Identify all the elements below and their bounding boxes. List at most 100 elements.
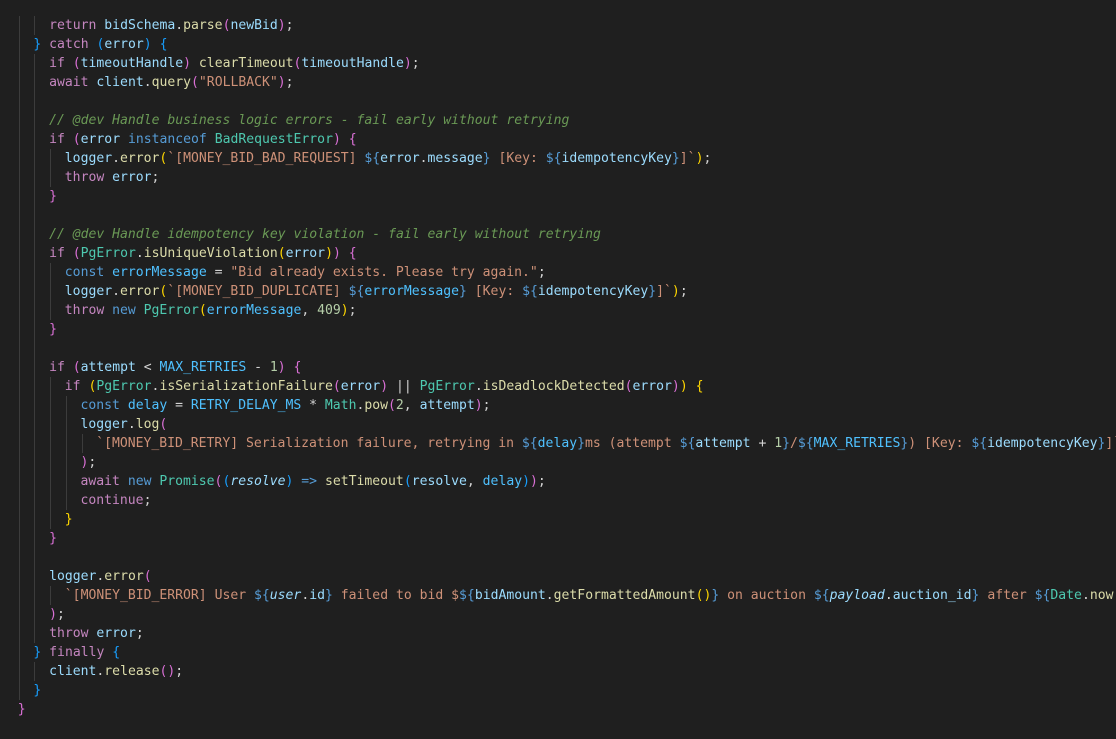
indent-guide [50,472,52,491]
code-token: on auction [719,588,814,603]
code-token: MAX_RETRIES [813,436,901,451]
code-line-content: ); [81,453,97,472]
code-editor[interactable]: return bidSchema.parse(newBid);} catch (… [0,0,1116,739]
code-line-content: await client.query("ROLLBACK"); [49,73,293,92]
indent-guide [18,92,20,111]
code-line[interactable]: logger.error( [0,567,1116,586]
code-line[interactable]: const errorMessage = "Bid already exists… [0,263,1116,282]
code-token: ) [332,246,341,261]
code-token: ${ [545,151,562,166]
code-line[interactable]: const delay = RETRY_DELAY_MS * Math.pow(… [0,396,1116,415]
code-line[interactable]: await new Promise((resolve) => setTimeou… [0,472,1116,491]
code-token: } [17,702,26,717]
code-line-content: } [33,681,41,700]
code-line[interactable]: `[MONEY_BID_ERROR] User ${user.id} faile… [0,586,1116,605]
code-line[interactable]: logger.error(`[MONEY_BID_BAD_REQUEST] ${… [0,149,1116,168]
indent-guide [34,225,36,244]
code-token: ; [175,664,184,679]
code-token: log [135,417,160,432]
code-line[interactable]: } [0,510,1116,529]
code-token: client [96,75,144,90]
code-token: "ROLLBACK" [198,75,278,90]
code-token: } [49,189,57,204]
code-line[interactable] [0,92,1116,111]
indent-guide [50,301,52,320]
indent-guide [34,301,36,320]
code-token: error [340,379,381,394]
code-token: setTimeout [324,474,404,489]
code-token: ( [332,379,341,394]
code-line[interactable]: throw error; [0,168,1116,187]
code-token: ) [380,379,389,394]
code-line-content: const delay = RETRY_DELAY_MS * Math.pow(… [81,396,491,415]
code-line[interactable]: } [0,320,1116,339]
code-line[interactable]: } [0,681,1116,700]
code-token: . [127,417,136,432]
code-line[interactable]: if (timeoutHandle) clearTimeout(timeoutH… [0,54,1116,73]
code-token: ) [277,360,286,375]
code-token: isDeadlockDetected [482,379,625,394]
code-line[interactable] [0,339,1116,358]
code-line[interactable]: return bidSchema.parse(newBid); [0,16,1116,35]
code-line[interactable]: logger.error(`[MONEY_BID_DUPLICATE] ${er… [0,282,1116,301]
code-line[interactable]: if (PgError.isUniqueViolation(error)) { [0,244,1116,263]
code-line[interactable]: if (error instanceof BadRequestError) { [0,130,1116,149]
code-token: message [427,151,483,166]
code-token: ( [198,303,207,318]
code-line[interactable]: } [0,529,1116,548]
code-line-content: // @dev Handle business logic errors - f… [49,111,569,130]
indent-guide [65,472,67,491]
code-token: ) [143,37,152,52]
code-line[interactable]: client.release(); [0,662,1116,681]
code-token: timeoutHandle [80,56,184,71]
code-line[interactable]: logger.log( [0,415,1116,434]
code-token: error [112,170,152,185]
indent-guide [18,396,20,415]
code-line[interactable]: throw new PgError(errorMessage, 409); [0,301,1116,320]
code-token: finally [49,645,105,660]
indent-guide [18,662,20,681]
code-lines: return bidSchema.parse(newBid);} catch (… [0,16,1116,719]
code-token: . [112,284,120,299]
indent-guide [18,472,20,491]
code-line[interactable]: continue; [0,491,1116,510]
code-line[interactable]: // @dev Handle business logic errors - f… [0,111,1116,130]
code-token: timeoutHandle [301,56,404,71]
code-token: 409 [317,303,341,318]
code-line[interactable]: if (attempt < MAX_RETRIES - 1) { [0,358,1116,377]
code-token: throw [49,626,89,641]
code-line[interactable]: await client.query("ROLLBACK"); [0,73,1116,92]
code-line[interactable]: if (PgError.isSerializationFailure(error… [0,377,1116,396]
code-token: ; [285,75,294,90]
code-line[interactable] [0,548,1116,567]
code-line[interactable]: } [0,187,1116,206]
code-token: const [64,265,105,280]
code-token: PgError [419,379,475,394]
code-line[interactable]: } catch (error) { [0,35,1116,54]
code-line[interactable]: // @dev Handle idempotency key violation… [0,225,1116,244]
indent-guide [18,282,20,301]
code-token: ) [522,474,530,489]
code-token: . [135,246,144,261]
code-token: client [49,664,97,679]
code-token: = [206,265,231,280]
code-token: . [112,151,120,166]
code-line[interactable]: } [0,700,1116,719]
indent-guide [34,320,36,339]
code-line[interactable]: ); [0,605,1116,624]
code-token: } [49,531,57,546]
indent-guide [18,35,20,54]
code-token: query [151,75,192,90]
code-line[interactable]: ); [0,453,1116,472]
code-line[interactable]: throw error; [0,624,1116,643]
code-line[interactable]: } finally { [0,643,1116,662]
code-line[interactable] [0,206,1116,225]
code-token: / [790,436,798,451]
indent-guide [18,130,20,149]
code-line[interactable]: `[MONEY_BID_RETRY] Serialization failure… [0,434,1116,453]
code-token: RETRY_DELAY_MS [190,398,302,413]
